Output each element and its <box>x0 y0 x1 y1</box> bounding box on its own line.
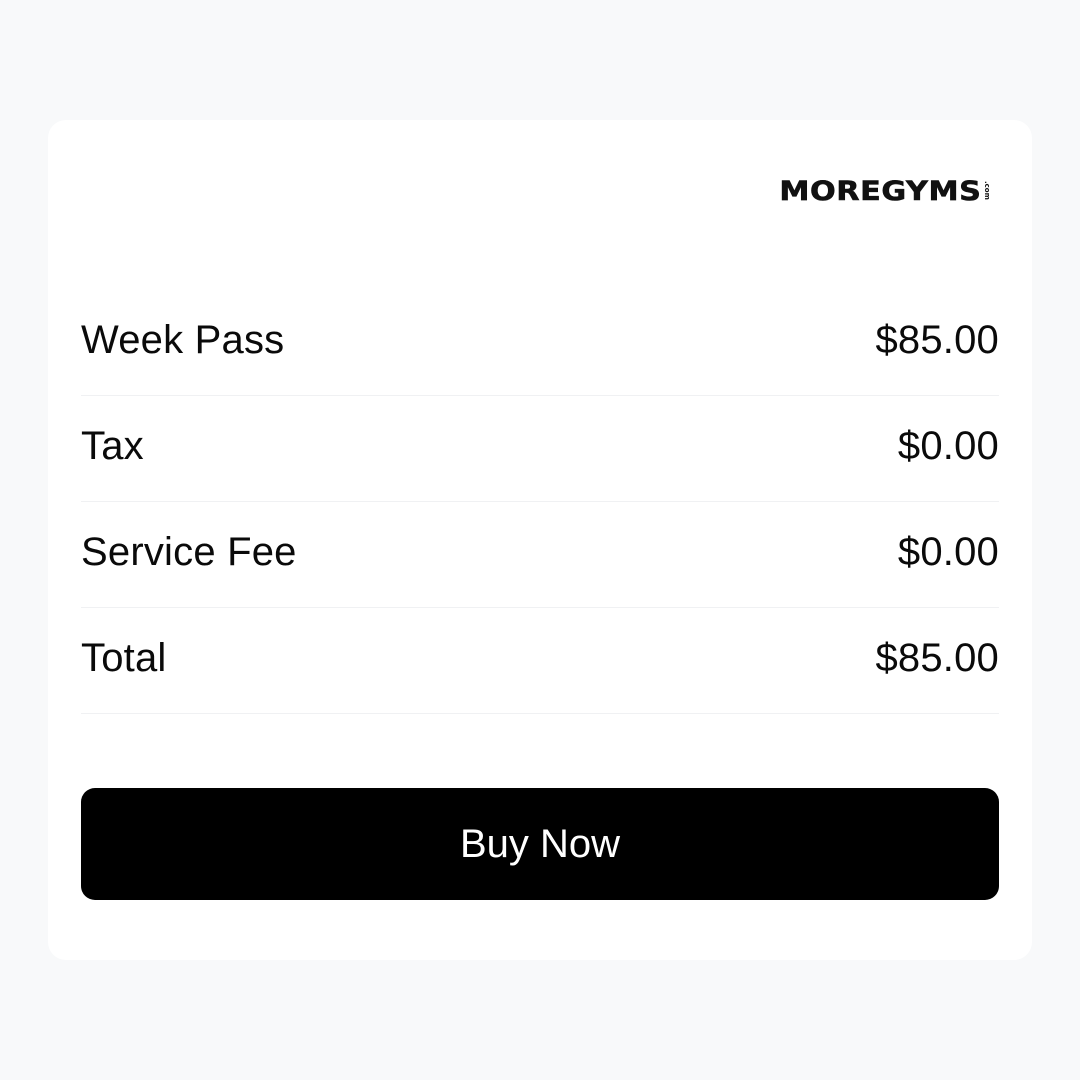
line-item-service-fee: Service Fee $0.00 <box>81 502 999 608</box>
line-item-tax: Tax $0.00 <box>81 396 999 502</box>
buy-now-button[interactable]: Buy Now <box>81 788 999 900</box>
line-item-total: Total $85.00 <box>81 608 999 714</box>
line-item-label: Service Fee <box>81 530 297 574</box>
moregyms-logo: MOREGYMS .com <box>779 177 991 206</box>
price-summary: Week Pass $85.00 Tax $0.00 Service Fee $… <box>81 290 999 714</box>
line-item-label: Week Pass <box>81 318 285 362</box>
logo-wordmark: MOREGYMS <box>778 176 981 207</box>
line-item-value: $85.00 <box>875 318 999 362</box>
line-item-value: $0.00 <box>897 530 999 574</box>
line-item-week-pass: Week Pass $85.00 <box>81 290 999 396</box>
logo-suffix: .com <box>983 181 991 200</box>
total-value: $85.00 <box>875 636 999 680</box>
line-item-value: $0.00 <box>897 424 999 468</box>
checkout-card: MOREGYMS .com Week Pass $85.00 Tax $0.00… <box>48 120 1032 960</box>
line-item-label: Tax <box>81 424 144 468</box>
total-label: Total <box>81 636 167 680</box>
